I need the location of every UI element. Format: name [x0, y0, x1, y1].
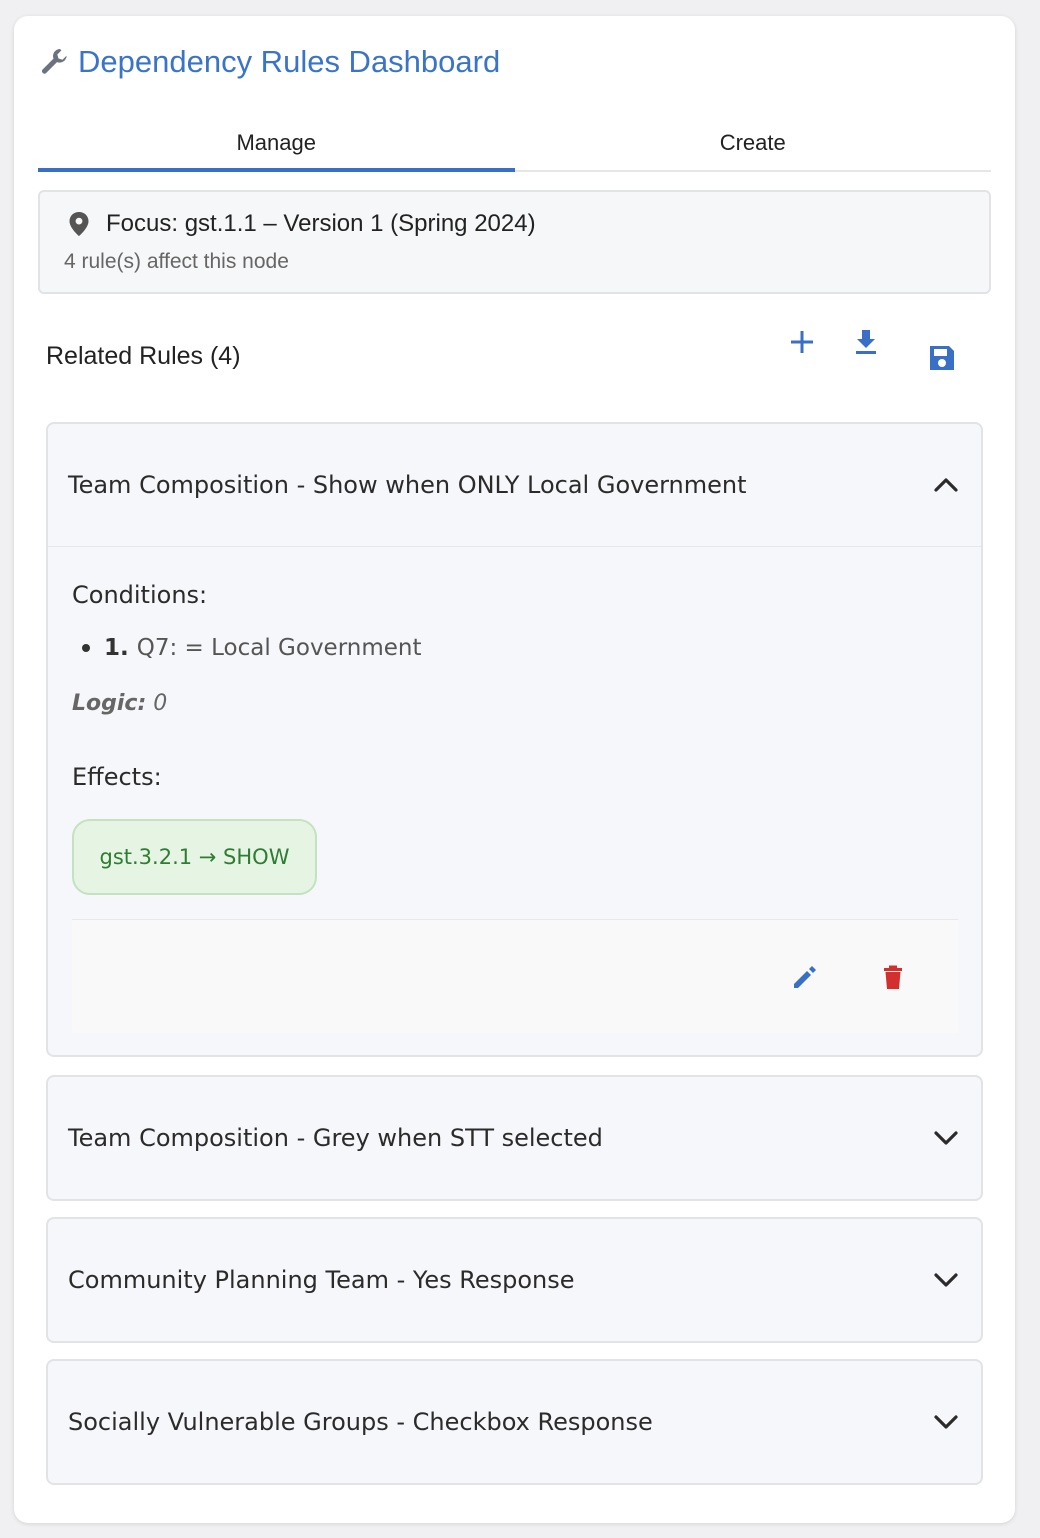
effect-chip: gst.3.2.1 → SHOW: [72, 819, 317, 895]
focus-subtitle: 4 rule(s) affect this node: [64, 250, 289, 273]
rule-card-4: Socially Vulnerable Groups - Checkbox Re…: [46, 1359, 983, 1485]
rule-header-2[interactable]: Team Composition - Grey when STT selecte…: [48, 1077, 981, 1199]
dashboard-header: Dependency Rules Dashboard: [38, 44, 500, 80]
tab-bar: Manage Create: [38, 116, 991, 172]
rule-actions-bar: [72, 919, 958, 1033]
rule-header-1[interactable]: Team Composition - Show when ONLY Local …: [48, 424, 981, 546]
trash-icon: [884, 965, 902, 989]
rule-title: Team Composition - Show when ONLY Local …: [68, 471, 747, 499]
rule-body-1: Conditions: 1. Q7: = Local Government Lo…: [48, 546, 981, 1055]
wrench-icon: [42, 49, 67, 74]
rule-header-4[interactable]: Socially Vulnerable Groups - Checkbox Re…: [48, 1361, 981, 1483]
rule-title: Team Composition - Grey when STT selecte…: [68, 1124, 603, 1152]
condition-number: 1.: [104, 635, 129, 661]
tab-manage[interactable]: Manage: [38, 116, 515, 172]
focus-info-box: Focus: gst.1.1 – Version 1 (Spring 2024)…: [38, 190, 991, 294]
page-title: Dependency Rules Dashboard: [78, 44, 501, 79]
tab-create[interactable]: Create: [515, 116, 992, 170]
delete-rule-button[interactable]: [873, 957, 913, 997]
rule-card-2: Team Composition - Grey when STT selecte…: [46, 1075, 983, 1201]
focus-title-row: Focus: gst.1.1 – Version 1 (Spring 2024): [68, 210, 536, 238]
location-pin-icon: [69, 212, 89, 236]
save-icon: [930, 346, 954, 370]
related-rules-heading: Related Rules (4): [46, 342, 241, 370]
bullet: [82, 644, 90, 652]
rule-title: Community Planning Team - Yes Response: [68, 1266, 575, 1294]
condition-text: Q7: = Local Government: [136, 635, 422, 661]
focus-title: Focus: gst.1.1 – Version 1 (Spring 2024): [106, 210, 536, 237]
logic-line: Logic: 0: [72, 691, 167, 716]
save-rules-button[interactable]: [922, 338, 962, 378]
logic-label: Logic:: [72, 691, 147, 716]
rules-dashboard-panel: Dependency Rules Dashboard Manage Create…: [14, 16, 1015, 1523]
add-rule-button[interactable]: [782, 322, 822, 362]
download-icon: [856, 330, 876, 354]
rule-header-3[interactable]: Community Planning Team - Yes Response: [48, 1219, 981, 1341]
effects-label: Effects:: [72, 763, 162, 791]
pencil-icon: [794, 966, 816, 988]
plus-icon: [791, 331, 813, 353]
rule-card-1: Team Composition - Show when ONLY Local …: [46, 422, 983, 1057]
condition-item: 1. Q7: = Local Government: [82, 635, 422, 661]
rule-card-3: Community Planning Team - Yes Response: [46, 1217, 983, 1343]
chevron-down-icon[interactable]: [931, 1123, 961, 1153]
chevron-up-icon[interactable]: [931, 470, 961, 500]
logic-value: 0: [153, 691, 168, 716]
edit-rule-button[interactable]: [785, 957, 825, 997]
chevron-down-icon[interactable]: [931, 1407, 961, 1437]
conditions-label: Conditions:: [72, 581, 208, 609]
chevron-down-icon[interactable]: [931, 1265, 961, 1295]
rule-title: Socially Vulnerable Groups - Checkbox Re…: [68, 1408, 653, 1436]
download-rules-button[interactable]: [846, 322, 886, 362]
